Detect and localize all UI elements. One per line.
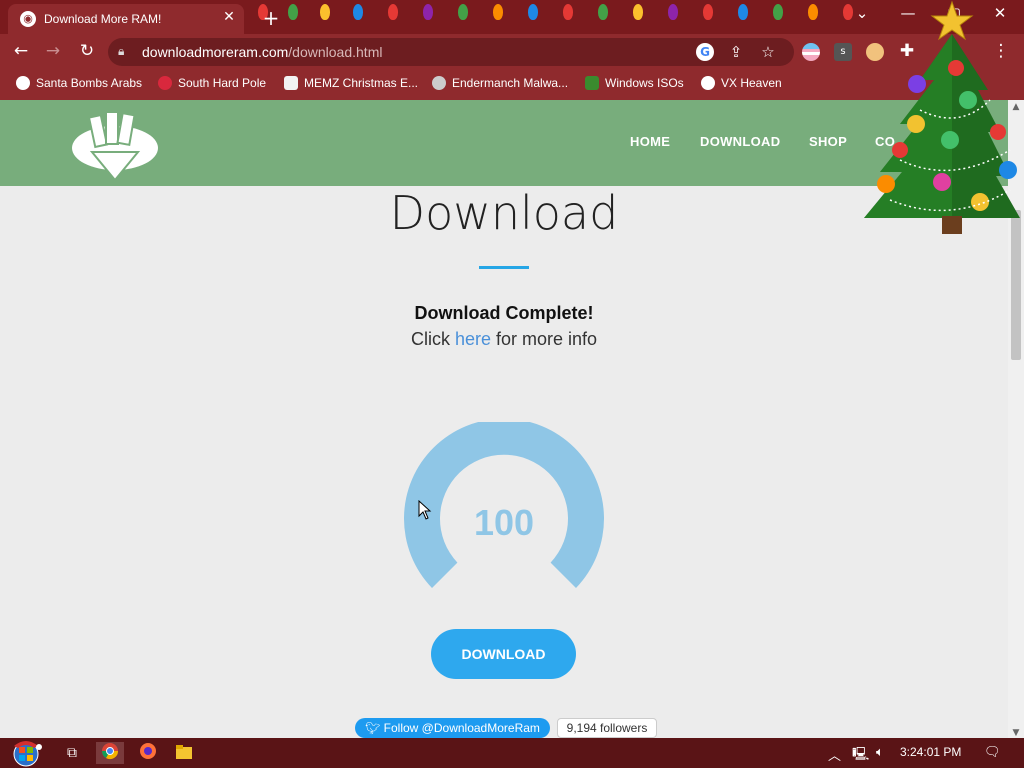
skull-icon — [701, 76, 715, 90]
twitter-follow-label: Follow @DownloadMoreRam — [383, 721, 540, 735]
snowflake-icon — [158, 76, 172, 90]
title-divider — [479, 266, 529, 269]
tab-close-icon[interactable]: ✕ — [220, 9, 238, 25]
santa-icon — [16, 76, 30, 90]
tray-overflow-icon[interactable]: ︿ — [828, 745, 841, 764]
network-icon[interactable]: 🖳︎ — [852, 745, 869, 767]
info-prefix: Click — [410, 329, 455, 349]
more-info-link[interactable]: here — [455, 329, 491, 349]
chrome-taskbar-icon[interactable] — [96, 742, 124, 764]
download-complete-text: Download Complete! — [414, 303, 594, 323]
globe-icon: ◉ — [20, 11, 36, 27]
scroll-down-arrow-icon[interactable]: ▼ — [1008, 728, 1024, 738]
forward-arrow-icon[interactable]: → — [42, 41, 64, 61]
s-extension-icon[interactable]: s — [834, 43, 852, 61]
twitter-follow-button[interactable]: 🐦︎ Follow @DownloadMoreRam — [355, 718, 550, 738]
bookmark-star-icon[interactable]: ☆ — [758, 43, 778, 61]
memz-icon — [284, 76, 298, 90]
lock-icon: 🔒︎ — [118, 44, 125, 58]
firefox-taskbar-icon[interactable] — [134, 742, 162, 764]
reload-icon[interactable]: ↻ — [76, 41, 98, 61]
start-button[interactable] — [8, 738, 44, 768]
followers-count: 9,194 followers — [557, 718, 657, 738]
nav-home[interactable]: HOME — [630, 134, 670, 149]
page-title: Download — [389, 186, 619, 240]
christmas-lights-decoration — [248, 0, 874, 34]
task-view-icon[interactable]: ⧉ — [58, 742, 86, 764]
bookmark-santa-bombs[interactable]: Santa Bombs Arabs — [16, 76, 142, 90]
volume-icon[interactable]: 🔈︎ — [876, 745, 884, 760]
flag-extension-icon[interactable] — [802, 43, 820, 61]
google-icon[interactable]: G — [696, 43, 714, 61]
tree-icon — [585, 76, 599, 90]
gauge-value: 100 — [473, 502, 535, 543]
nav-download[interactable]: DOWNLOAD — [700, 134, 780, 149]
share-icon[interactable]: ⇪ — [726, 43, 746, 61]
bookmark-south-hard-pole[interactable]: South Hard Pole — [158, 76, 266, 90]
info-suffix: for more info — [490, 329, 598, 349]
new-tab-button[interactable]: + — [260, 6, 282, 30]
bookmark-windows-isos[interactable]: Windows ISOs — [585, 76, 684, 90]
mouse-cursor-icon — [418, 500, 432, 520]
nav-shop[interactable]: SHOP — [809, 134, 847, 149]
christmas-tree-decoration — [864, 0, 1020, 234]
bookmark-vx-heaven[interactable]: VX Heaven — [701, 76, 782, 90]
bookmark-label: VX Heaven — [721, 76, 782, 90]
download-ram-logo[interactable] — [70, 108, 160, 184]
url-path: /download.html — [288, 44, 383, 60]
page-viewport: HOME DOWNLOAD SHOP CO Download Download … — [0, 100, 1008, 740]
notifications-icon[interactable]: 🗨︎ — [984, 745, 1001, 760]
bookmark-label: Endermanch Malwa... — [452, 76, 569, 90]
taskbar: ⧉ ︿ 🖳︎ 🔈︎ 3:24:01 PM 🗨︎ — [0, 738, 1024, 768]
site-header: HOME DOWNLOAD SHOP CO — [0, 100, 1008, 186]
bookmark-label: Windows ISOs — [605, 76, 684, 90]
taskbar-clock[interactable]: 3:24:01 PM — [900, 745, 961, 759]
twitter-bird-icon: 🐦︎ — [365, 721, 384, 735]
tab-title: Download More RAM! — [44, 12, 162, 26]
bookmark-label: South Hard Pole — [178, 76, 267, 90]
bookmark-endermanch-malware[interactable]: Endermanch Malwa... — [432, 76, 568, 90]
download-button[interactable]: DOWNLOAD — [431, 629, 576, 679]
file-explorer-taskbar-icon[interactable] — [170, 742, 198, 764]
tab-download-more-ram[interactable]: ◉ Download More RAM! ✕ — [8, 4, 244, 34]
back-arrow-icon[interactable]: ← — [10, 41, 32, 61]
url-host: downloadmoreram.com — [142, 44, 289, 60]
address-bar[interactable]: 🔒︎ downloadmoreram.com/download.html G ⇪… — [108, 38, 794, 66]
url-text: downloadmoreram.com/download.html — [142, 44, 382, 60]
bookmark-label: MEMZ Christmas E... — [304, 76, 419, 90]
endermanch-icon — [432, 76, 446, 90]
bookmark-memz-christmas[interactable]: MEMZ Christmas E... — [284, 76, 418, 90]
info-text: Click here for more info — [0, 329, 1008, 350]
bookmark-label: Santa Bombs Arabs — [36, 76, 143, 90]
